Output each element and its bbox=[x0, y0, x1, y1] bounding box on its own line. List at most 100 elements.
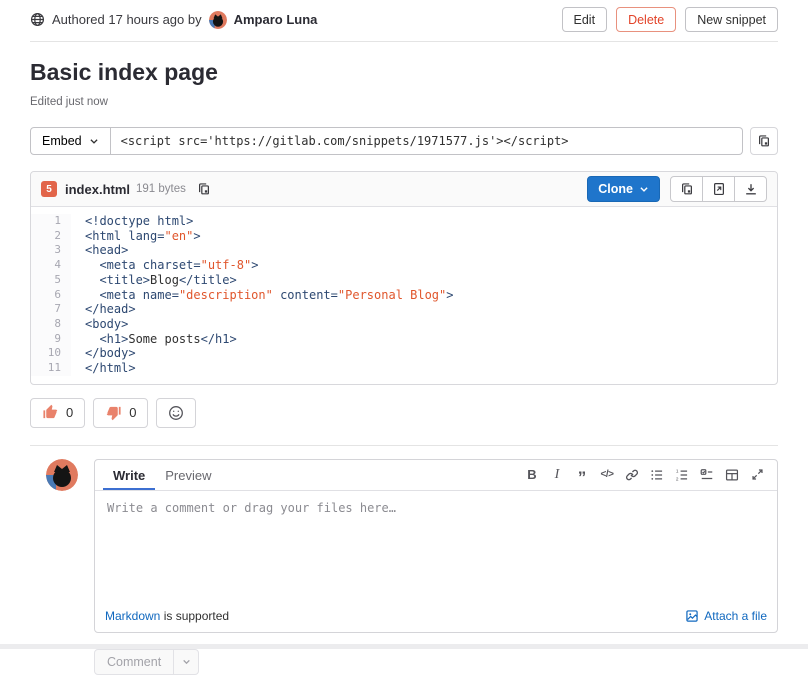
file-actions: Clone bbox=[587, 176, 767, 202]
add-emoji-button[interactable] bbox=[156, 398, 196, 428]
code-line-content: <meta name="description" content="Person… bbox=[71, 288, 454, 303]
snippet-page: Authored 17 hours ago by Amparo Luna Edi… bbox=[0, 0, 808, 675]
markdown-rest: is supported bbox=[160, 609, 229, 623]
top-actions: Edit Delete New snippet bbox=[562, 7, 778, 32]
file-header: 5 index.html 191 bytes Clone bbox=[31, 172, 777, 207]
thumbs-down-button[interactable]: 0 bbox=[93, 398, 148, 428]
comment-form: Write Preview B I ” </> bbox=[30, 459, 778, 633]
code-line: 3<head> bbox=[31, 243, 777, 258]
code-line-content: <meta charset="utf-8"> bbox=[71, 258, 258, 273]
authored-text: Authored 17 hours ago by bbox=[52, 12, 202, 27]
embed-code-input[interactable] bbox=[111, 127, 743, 155]
copy-file-contents-button[interactable] bbox=[670, 176, 703, 202]
open-raw-icon bbox=[712, 182, 726, 196]
editor-tabs: Write Preview bbox=[95, 460, 222, 490]
chevron-down-icon bbox=[182, 657, 191, 666]
line-number-link[interactable]: 2 bbox=[31, 229, 71, 244]
code-line-content: <title>Blog</title> bbox=[71, 273, 237, 288]
author-name[interactable]: Amparo Luna bbox=[234, 12, 318, 27]
current-user-avatar bbox=[46, 459, 78, 491]
line-number-link[interactable]: 9 bbox=[31, 332, 71, 347]
code-line-content: <head> bbox=[71, 243, 128, 258]
download-icon bbox=[744, 182, 758, 196]
attach-file-label: Attach a file bbox=[704, 609, 767, 623]
thumbs-up-button[interactable]: 0 bbox=[30, 398, 85, 428]
tab-write[interactable]: Write bbox=[103, 460, 155, 490]
earth-icon bbox=[30, 12, 45, 27]
markdown-toolbar: B I ” </> bbox=[520, 463, 769, 487]
code-icon[interactable]: </> bbox=[595, 463, 619, 487]
copy-icon bbox=[757, 134, 771, 148]
code-line-content: <!doctype html> bbox=[71, 214, 193, 229]
markdown-supported-note: Markdown is supported bbox=[105, 609, 229, 623]
copy-file-path-button[interactable] bbox=[195, 180, 213, 198]
thumbs-up-icon bbox=[42, 404, 59, 421]
thumbs-up-count: 0 bbox=[66, 405, 73, 420]
code-line-content: <body> bbox=[71, 317, 128, 332]
page-bottom-edge bbox=[0, 644, 808, 649]
line-number-link[interactable]: 3 bbox=[31, 243, 71, 258]
list-numbered-icon[interactable]: 1 2 bbox=[670, 463, 694, 487]
link-icon[interactable] bbox=[620, 463, 644, 487]
embed-row: Embed bbox=[30, 127, 778, 155]
code-line: 7</head> bbox=[31, 302, 777, 317]
clone-button[interactable]: Clone bbox=[587, 176, 660, 202]
tab-preview[interactable]: Preview bbox=[155, 460, 221, 490]
comment-button[interactable]: Comment bbox=[94, 649, 174, 675]
quote-icon[interactable]: ” bbox=[570, 463, 594, 487]
embed-dropdown-label: Embed bbox=[42, 134, 82, 148]
snippet-file-box: 5 index.html 191 bytes Clone bbox=[30, 171, 778, 385]
markdown-editor: Write Preview B I ” </> bbox=[94, 459, 778, 633]
code-line: 6 <meta name="description" content="Pers… bbox=[31, 288, 777, 303]
code-line: 10</body> bbox=[31, 346, 777, 361]
edited-note: Edited just now bbox=[30, 96, 778, 108]
delete-button[interactable]: Delete bbox=[616, 7, 676, 32]
markdown-link[interactable]: Markdown bbox=[105, 609, 160, 623]
clone-label: Clone bbox=[598, 182, 633, 196]
copy-icon bbox=[680, 182, 694, 196]
line-number-link[interactable]: 4 bbox=[31, 258, 71, 273]
file-name: index.html bbox=[65, 182, 130, 197]
edit-button[interactable]: Edit bbox=[562, 7, 608, 32]
line-number-link[interactable]: 1 bbox=[31, 214, 71, 229]
file-action-group bbox=[670, 176, 767, 202]
code-line: 8<body> bbox=[31, 317, 777, 332]
code-line: 5 <title>Blog</title> bbox=[31, 273, 777, 288]
svg-text:1: 1 bbox=[676, 468, 679, 474]
chevron-down-icon bbox=[89, 136, 99, 146]
fullscreen-icon[interactable] bbox=[745, 463, 769, 487]
submit-row: Comment bbox=[94, 649, 778, 675]
code-line-content: <h1>Some posts</h1> bbox=[71, 332, 237, 347]
code-line-content: </body> bbox=[71, 346, 136, 361]
code-line: 2<html lang="en"> bbox=[31, 229, 777, 244]
page-title: Basic index page bbox=[30, 59, 778, 86]
code-line-content: <html lang="en"> bbox=[71, 229, 201, 244]
table-icon[interactable] bbox=[720, 463, 744, 487]
new-snippet-button[interactable]: New snippet bbox=[685, 7, 778, 32]
code-table: 1<!doctype html>2<html lang="en">3<head>… bbox=[31, 207, 777, 384]
code-line-content: </head> bbox=[71, 302, 136, 317]
open-raw-button[interactable] bbox=[702, 176, 735, 202]
author-avatar[interactable] bbox=[209, 11, 227, 29]
line-number-link[interactable]: 6 bbox=[31, 288, 71, 303]
line-number-link[interactable]: 5 bbox=[31, 273, 71, 288]
line-number-link[interactable]: 11 bbox=[31, 361, 71, 376]
copy-icon bbox=[197, 182, 211, 196]
authorship: Authored 17 hours ago by Amparo Luna bbox=[30, 11, 317, 29]
comment-textarea[interactable] bbox=[95, 491, 777, 602]
top-bar: Authored 17 hours ago by Amparo Luna Edi… bbox=[30, 0, 778, 42]
comment-options-dropdown[interactable] bbox=[173, 649, 199, 675]
attach-file-button[interactable]: Attach a file bbox=[685, 609, 767, 623]
line-number-link[interactable]: 8 bbox=[31, 317, 71, 332]
line-number-link[interactable]: 7 bbox=[31, 302, 71, 317]
task-list-icon[interactable] bbox=[695, 463, 719, 487]
copy-embed-button[interactable] bbox=[750, 127, 778, 155]
code-line-content: </html> bbox=[71, 361, 136, 376]
line-number-link[interactable]: 10 bbox=[31, 346, 71, 361]
list-bulleted-icon[interactable] bbox=[645, 463, 669, 487]
download-button[interactable] bbox=[734, 176, 767, 202]
file-size: 191 bytes bbox=[136, 183, 186, 195]
embed-type-dropdown[interactable]: Embed bbox=[30, 127, 111, 155]
italic-icon[interactable]: I bbox=[545, 463, 569, 487]
bold-icon[interactable]: B bbox=[520, 463, 544, 487]
